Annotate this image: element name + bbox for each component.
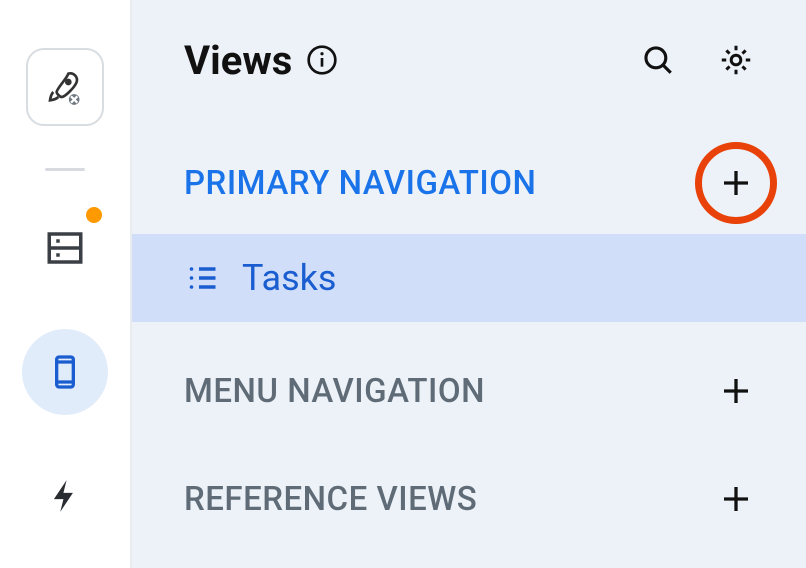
search-icon	[641, 43, 675, 77]
views-panel: Views	[132, 0, 806, 568]
info-icon[interactable]	[306, 44, 338, 76]
app-rocket-button[interactable]	[26, 48, 104, 126]
primary-navigation-label: PRIMARY NAVIGATION	[184, 164, 714, 203]
notification-badge	[86, 207, 102, 223]
server-icon	[44, 227, 86, 269]
nav-item-tasks-label: Tasks	[242, 257, 336, 299]
reference-views-header: REFERENCE VIEWS	[132, 454, 806, 544]
header-actions	[636, 38, 758, 82]
plus-icon	[718, 373, 754, 409]
nav-item-tasks[interactable]: Tasks	[132, 234, 806, 322]
primary-navigation-header: PRIMARY NAVIGATION	[132, 138, 806, 228]
mobile-icon	[45, 352, 85, 392]
gear-icon	[718, 42, 754, 78]
plus-icon	[718, 165, 754, 201]
list-icon	[184, 260, 220, 296]
plus-icon	[718, 481, 754, 517]
rail-mobile-button[interactable]	[22, 329, 108, 415]
panel-title-text: Views	[184, 37, 292, 84]
add-menu-view-button[interactable]	[714, 369, 758, 413]
rail-divider	[45, 168, 85, 171]
panel-title: Views	[184, 37, 636, 84]
settings-button[interactable]	[714, 38, 758, 82]
panel-header: Views	[132, 0, 806, 120]
rocket-icon	[45, 67, 85, 107]
menu-navigation-header: MENU NAVIGATION	[132, 346, 806, 436]
rail-data-button[interactable]	[22, 205, 108, 291]
menu-navigation-label: MENU NAVIGATION	[184, 372, 714, 411]
reference-views-label: REFERENCE VIEWS	[184, 480, 714, 519]
left-rail	[0, 0, 132, 568]
search-button[interactable]	[636, 38, 680, 82]
rail-automation-button[interactable]	[22, 453, 108, 539]
add-primary-view-button[interactable]	[714, 161, 758, 205]
bolt-icon	[46, 477, 84, 515]
add-reference-view-button[interactable]	[714, 477, 758, 521]
